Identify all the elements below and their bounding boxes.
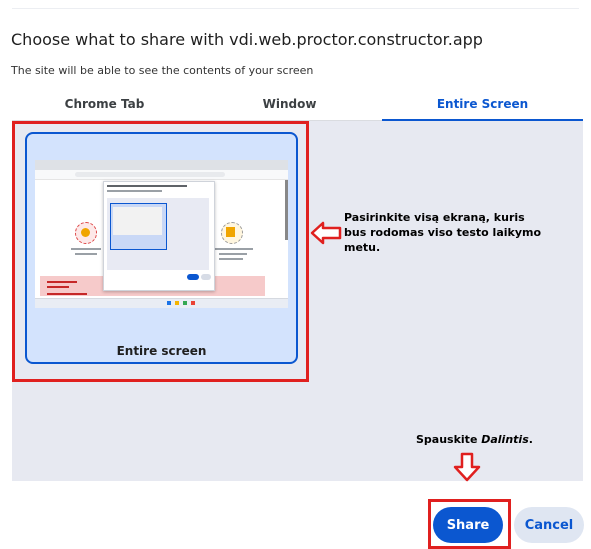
- annotation-share-prefix: Spauskite: [416, 433, 482, 446]
- tab-window[interactable]: Window: [197, 92, 382, 120]
- annotation-screen-hint: Pasirinkite visą ekraną, kuris bus rodom…: [344, 211, 542, 254]
- annotation-share-emph: Dalintis: [481, 433, 529, 446]
- cancel-button[interactable]: Cancel: [514, 507, 584, 543]
- highlight-box-screen: [12, 121, 309, 382]
- arrow-down-icon: [453, 452, 481, 482]
- dialog-title: Choose what to share with vdi.web.procto…: [11, 30, 483, 49]
- share-tabs: Chrome Tab Window Entire Screen: [12, 92, 583, 121]
- arrow-left-icon: [310, 221, 342, 245]
- dialog-subtitle: The site will be able to see the content…: [11, 64, 314, 77]
- share-button[interactable]: Share: [433, 507, 503, 543]
- annotation-share-hint: Spauskite Dalintis.: [416, 433, 533, 446]
- top-divider: [12, 8, 579, 9]
- tab-entire-screen[interactable]: Entire Screen: [382, 92, 583, 121]
- annotation-share-suffix: .: [528, 433, 533, 446]
- tab-chrome-tab[interactable]: Chrome Tab: [12, 92, 197, 120]
